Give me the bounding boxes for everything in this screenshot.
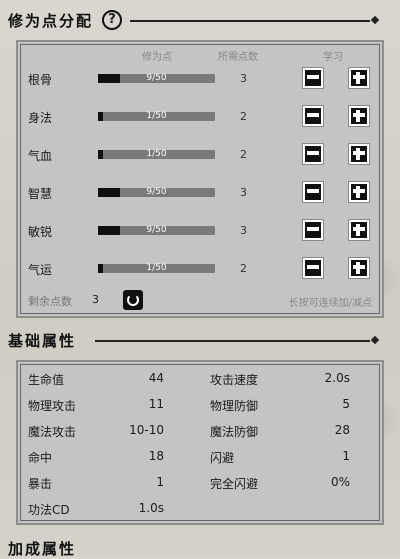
reset-button[interactable] bbox=[123, 290, 143, 310]
stat-value: 1/50 bbox=[146, 111, 167, 121]
attr-name: 生命值 bbox=[28, 373, 65, 387]
attr-value: 1.0s bbox=[138, 501, 164, 515]
attr-value: 11 bbox=[148, 397, 164, 411]
increase-button[interactable] bbox=[348, 219, 370, 241]
decrease-button[interactable] bbox=[302, 257, 324, 279]
hold-hint: 长按可连续加/减点 bbox=[288, 298, 372, 309]
minus-icon bbox=[307, 151, 319, 155]
stat-required: 3 bbox=[240, 72, 247, 85]
attr-value: 10-10 bbox=[129, 423, 164, 437]
stat-name: 气血 bbox=[28, 149, 53, 163]
stat-progress-bar: 1/50 bbox=[98, 111, 215, 121]
section-title-bonus-attributes: 加成属性 bbox=[8, 540, 77, 558]
stat-value: 9/50 bbox=[146, 225, 167, 235]
attr-name: 暴击 bbox=[28, 477, 53, 491]
attr-value: 0% bbox=[330, 475, 350, 489]
minus-icon bbox=[307, 113, 319, 117]
stat-progress-bar: 9/50 bbox=[98, 225, 215, 235]
attr-name: 魔法防御 bbox=[210, 425, 259, 439]
attr-name: 攻击速度 bbox=[210, 373, 259, 387]
stat-name: 智慧 bbox=[28, 187, 53, 201]
increase-button[interactable] bbox=[348, 105, 370, 127]
column-header-required: 所需点数 bbox=[218, 52, 258, 63]
section-title-cultivation: 修为点分配 bbox=[8, 12, 94, 30]
minus-icon bbox=[307, 189, 319, 193]
column-header-learn: 学习 bbox=[323, 52, 343, 63]
stat-required: 2 bbox=[240, 110, 247, 123]
section-title-basic-attributes: 基础属性 bbox=[8, 332, 77, 350]
stat-required: 2 bbox=[240, 262, 247, 275]
stat-name: 身法 bbox=[28, 111, 53, 125]
decrease-button[interactable] bbox=[302, 67, 324, 89]
stat-value: 9/50 bbox=[146, 73, 167, 83]
stat-progress-bar: 9/50 bbox=[98, 73, 215, 83]
stat-name: 气运 bbox=[28, 263, 53, 277]
stat-value: 1/50 bbox=[146, 149, 167, 159]
decrease-button[interactable] bbox=[302, 181, 324, 203]
divider-ornament bbox=[370, 15, 380, 25]
reset-icon bbox=[127, 294, 139, 306]
stat-value: 1/50 bbox=[146, 263, 167, 273]
attr-value: 1 bbox=[156, 475, 164, 489]
increase-button[interactable] bbox=[348, 143, 370, 165]
remaining-points-value: 3 bbox=[92, 293, 99, 306]
stat-required: 2 bbox=[240, 148, 247, 161]
attr-value: 44 bbox=[148, 371, 164, 385]
increase-button[interactable] bbox=[348, 181, 370, 203]
stat-progress-bar: 1/50 bbox=[98, 263, 215, 273]
stat-name: 敏锐 bbox=[28, 225, 53, 239]
attr-value: 18 bbox=[148, 449, 164, 463]
attr-name: 完全闪避 bbox=[210, 477, 259, 491]
increase-button[interactable] bbox=[348, 67, 370, 89]
remaining-points-label: 剩余点数 bbox=[28, 295, 72, 308]
stat-required: 3 bbox=[240, 186, 247, 199]
title-divider bbox=[95, 340, 370, 342]
stat-value: 9/50 bbox=[146, 187, 167, 197]
minus-icon bbox=[307, 265, 319, 269]
help-icon[interactable]: ? bbox=[102, 10, 122, 30]
title-divider bbox=[130, 20, 370, 22]
decrease-button[interactable] bbox=[302, 105, 324, 127]
attributes-panel: 生命值 44 物理攻击 11 魔法攻击 10-10 命中 18 暴击 1 功法C… bbox=[16, 360, 384, 525]
stat-progress-bar: 1/50 bbox=[98, 149, 215, 159]
decrease-button[interactable] bbox=[302, 219, 324, 241]
attr-name: 物理攻击 bbox=[28, 399, 77, 413]
attr-name: 魔法攻击 bbox=[28, 425, 77, 439]
minus-icon bbox=[307, 75, 319, 79]
stat-required: 3 bbox=[240, 224, 247, 237]
stat-progress-bar: 9/50 bbox=[98, 187, 215, 197]
divider-ornament bbox=[370, 335, 380, 345]
column-header-points: 修为点 bbox=[142, 52, 172, 63]
attr-name: 闪避 bbox=[210, 451, 235, 465]
attr-value: 5 bbox=[342, 397, 350, 411]
attr-name: 物理防御 bbox=[210, 399, 259, 413]
increase-button[interactable] bbox=[348, 257, 370, 279]
attr-value: 28 bbox=[334, 423, 350, 437]
attr-name: 命中 bbox=[28, 451, 53, 465]
minus-icon bbox=[307, 227, 319, 231]
attr-name: 功法CD bbox=[28, 503, 70, 517]
attr-value: 2.0s bbox=[324, 371, 350, 385]
attr-value: 1 bbox=[342, 449, 350, 463]
cultivation-panel: 修为点 所需点数 学习 根骨 9/50 3 身法 1/50 2 气血 1/50 … bbox=[16, 40, 384, 318]
stat-name: 根骨 bbox=[28, 73, 53, 87]
decrease-button[interactable] bbox=[302, 143, 324, 165]
